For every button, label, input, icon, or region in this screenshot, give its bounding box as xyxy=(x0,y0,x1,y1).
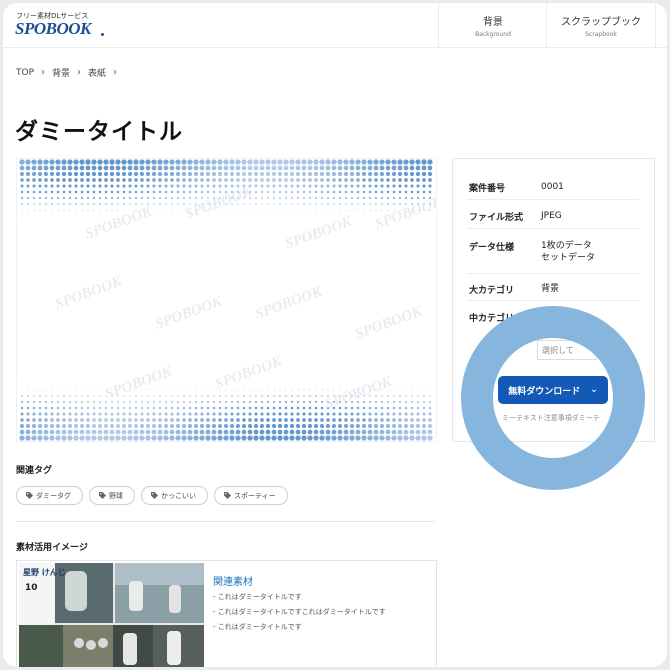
tag-icon xyxy=(224,492,231,499)
watermark-text: SPOBOOK xyxy=(83,203,155,242)
related-link[interactable]: - これはダミータイトルですこれはダミータイトルです xyxy=(213,607,386,617)
info-key: 中カテゴリ xyxy=(469,314,515,324)
info-key: データ仕様 xyxy=(469,243,515,253)
nav-scrapbook[interactable]: スクラップブック Scrapbook xyxy=(546,3,656,47)
preview-image: SPOBOOK SPOBOOK SPOBOOK SPOBOOK SPOBOOK SPOBO… xyxy=(16,158,437,442)
nav-sublabel: Scrapbook xyxy=(585,30,617,38)
info-row: ファイル形式 JPEG xyxy=(467,200,639,229)
scrapbook-collage xyxy=(19,563,204,667)
download-label: 無料ダウンロード xyxy=(508,386,581,397)
tag-chip[interactable]: かっこいい xyxy=(141,486,208,505)
tag-label: かっこいい xyxy=(161,491,196,500)
tags-heading: 関連タグ xyxy=(16,466,53,476)
breadcrumb: TOP › 背景 › 表紙 › xyxy=(16,66,124,79)
tag-label: ダミータグ xyxy=(36,491,71,500)
tag-icon xyxy=(26,492,33,499)
nav-sublabel: Background xyxy=(475,30,511,38)
free-download-button[interactable]: 無料ダウンロード ⌄ xyxy=(498,376,608,404)
tag-list: ダミータグ 野球 かっこいい スポーティー xyxy=(16,486,294,505)
tag-chip[interactable]: 野球 xyxy=(89,486,135,505)
info-row: 案件番号 0001 xyxy=(467,173,639,200)
breadcrumb-item[interactable]: TOP xyxy=(16,68,34,78)
breadcrumb-item[interactable]: 背景 xyxy=(52,66,70,79)
tag-icon xyxy=(99,492,106,499)
nav-label: スクラップブック xyxy=(561,16,641,28)
page-frame: フリー素材DLサービス SPOBOOK 背景 Background スクラップブ… xyxy=(3,3,667,667)
tag-label: スポーティー xyxy=(234,491,276,500)
player-number: 10 xyxy=(25,583,38,593)
tag-label: 野球 xyxy=(109,491,123,500)
tag-chip[interactable]: ダミータグ xyxy=(16,486,83,505)
related-link[interactable]: - これはダミータイトルです xyxy=(213,622,302,632)
info-value: JPEG xyxy=(541,211,562,221)
related-heading[interactable]: 関連素材 xyxy=(213,573,253,588)
watermark-text: SPOBOOK xyxy=(373,193,436,232)
info-value: 背景 xyxy=(541,284,560,294)
watermark-text: SPOBOOK xyxy=(323,373,395,412)
watermark-text: SPOBOOK xyxy=(153,293,225,332)
info-value: 0001 xyxy=(541,182,564,192)
section-divider xyxy=(16,521,435,522)
info-row: 中カテゴリ xyxy=(467,301,639,327)
usage-heading: 素材活用イメージ xyxy=(16,543,88,553)
chevron-right-icon: › xyxy=(41,67,46,78)
watermark-text: SPOBOOK xyxy=(53,273,125,312)
watermark-text: SPOBOOK xyxy=(283,213,355,252)
info-row: データ仕様 1枚のデータ セットデータ xyxy=(467,229,639,274)
nav-background[interactable]: 背景 Background xyxy=(438,3,547,47)
page-title: ダミータイトル xyxy=(15,119,183,145)
usage-thumbnail[interactable]: 星野 けんじ 10 xyxy=(19,563,204,667)
chevron-down-icon: ⌄ xyxy=(590,385,598,395)
info-value: セットデータ xyxy=(541,253,596,263)
category-select[interactable]: 選択して xyxy=(537,340,597,360)
nav-label: 背景 xyxy=(483,16,503,28)
site-header: フリー素材DLサービス SPOBOOK 背景 Background スクラップブ… xyxy=(3,3,667,48)
related-link[interactable]: - これはダミータイトルです xyxy=(213,592,302,602)
info-key: 大カテゴリ xyxy=(469,286,515,296)
info-row: 大カテゴリ 背景 xyxy=(467,274,639,301)
info-key: 案件番号 xyxy=(469,184,506,194)
player-name: 星野 けんじ xyxy=(23,568,66,577)
download-note: ミーテキスト注意事項ダミーテ xyxy=(502,414,600,422)
watermark-text: SPOBOOK xyxy=(353,303,425,342)
logo-dot xyxy=(101,33,104,36)
info-value: 1枚のデータ xyxy=(541,241,592,251)
site-logo[interactable]: SPOBOOK xyxy=(15,19,91,39)
watermark-text: SPOBOOK xyxy=(253,283,325,322)
watermark-text: SPOBOOK xyxy=(103,363,175,402)
halftone-background: SPOBOOK SPOBOOK SPOBOOK SPOBOOK SPOBOOK SPOBO… xyxy=(19,159,436,441)
tag-icon xyxy=(151,492,158,499)
info-key: ファイル形式 xyxy=(469,213,524,223)
watermark-text: SPOBOOK xyxy=(213,353,285,392)
watermark-text: SPOBOOK xyxy=(183,183,255,222)
chevron-right-icon: › xyxy=(113,67,118,78)
breadcrumb-item[interactable]: 表紙 xyxy=(88,66,106,79)
tag-chip[interactable]: スポーティー xyxy=(214,486,288,505)
chevron-right-icon: › xyxy=(77,67,82,78)
